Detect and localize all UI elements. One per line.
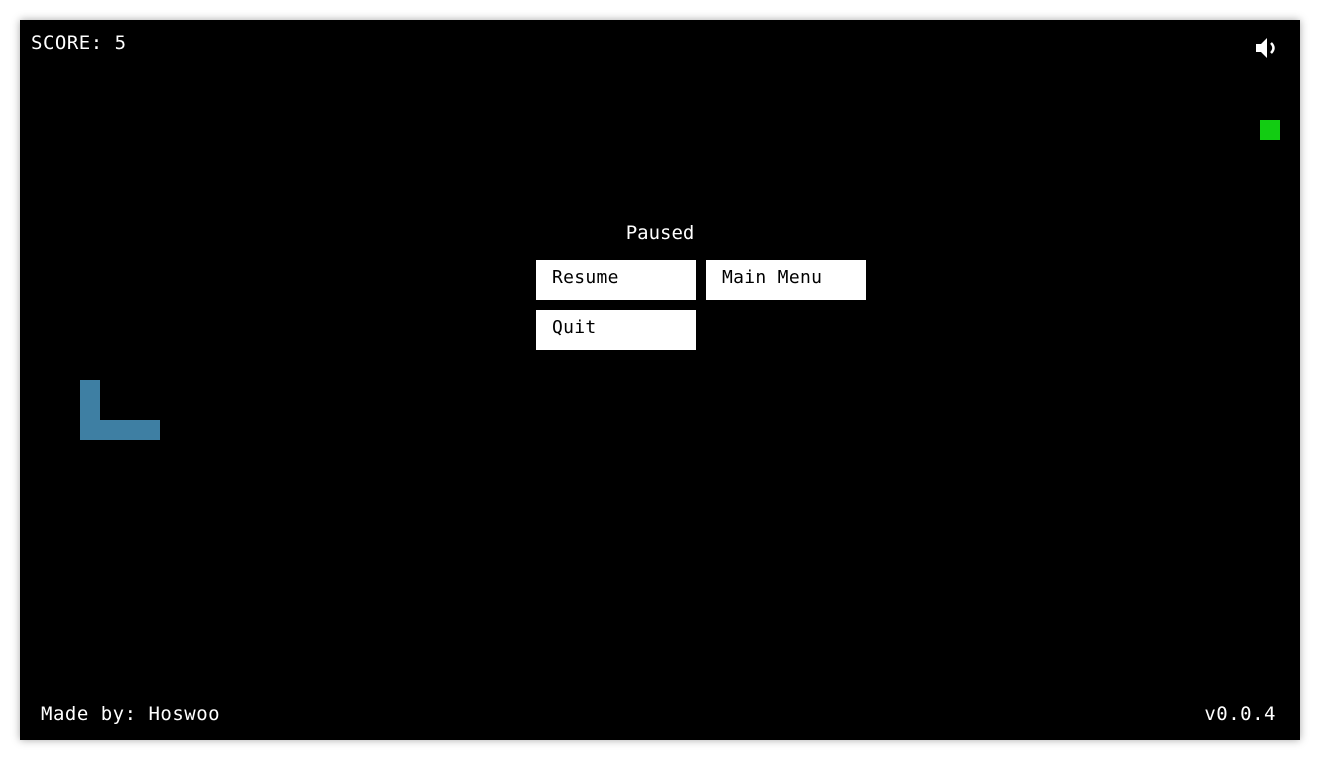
snake-segment [80,400,100,420]
snake-segment [100,420,120,440]
sound-toggle-button[interactable] [1254,36,1280,60]
speaker-icon [1256,38,1275,58]
credit-text: Made by: Hoswoo [41,703,221,725]
version-text: v0.0.4 [1204,703,1276,725]
resume-button[interactable]: Resume [536,260,696,300]
game-canvas[interactable]: SCORE: 5 Paused Resume Main Menu Quit Ma… [20,20,1300,740]
snake-segment [80,380,100,400]
food-pellet [1260,120,1280,140]
paused-title-text: Paused [625,222,695,244]
snake-segment [120,420,140,440]
snake-segment [140,420,160,440]
snake-segment [80,420,100,440]
score-display: SCORE: 5 [31,32,127,54]
main-menu-button[interactable]: Main Menu [706,260,866,300]
quit-button[interactable]: Quit [536,310,696,350]
